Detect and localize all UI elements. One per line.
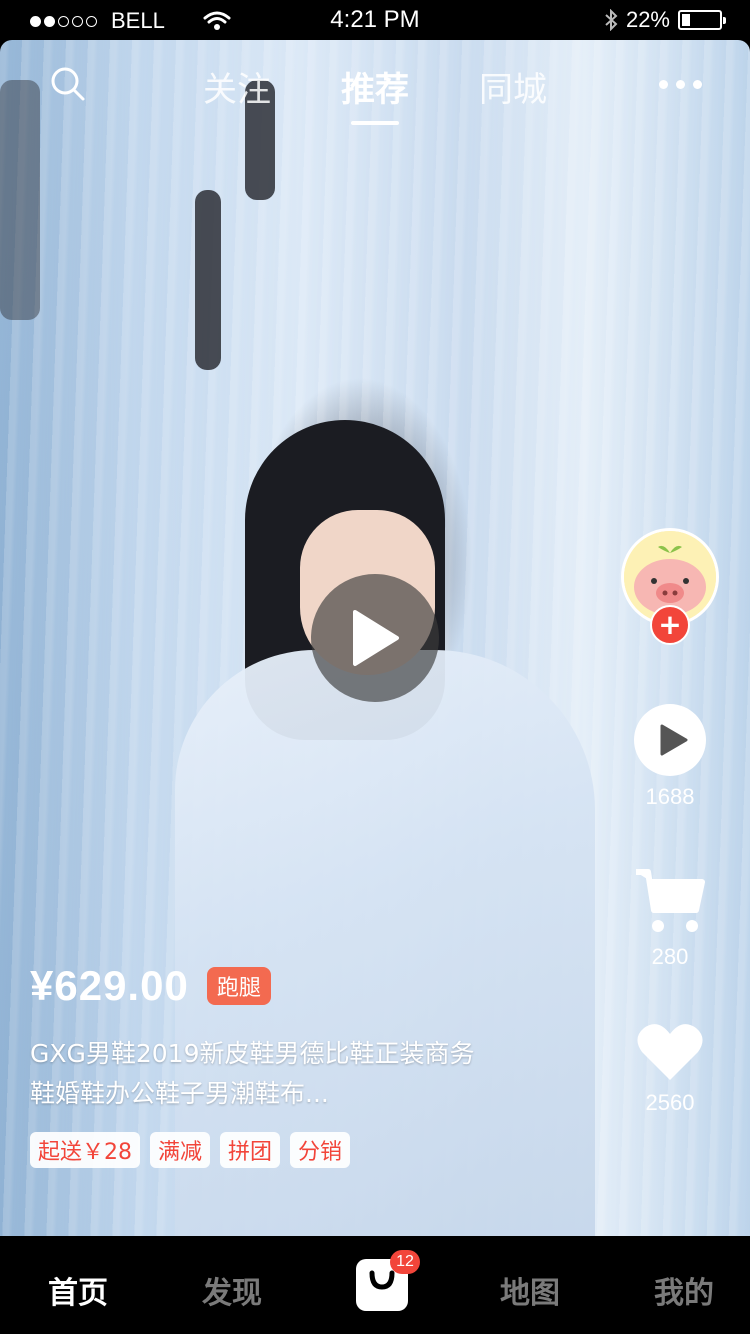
bottom-nav: 首页 发现 12 地图 我的 <box>0 1236 750 1334</box>
tag-min-delivery: 起送￥28 <box>30 1132 140 1168</box>
product-title-line1: GXG男鞋2019新皮鞋男德比鞋正装商务 <box>30 1039 475 1068</box>
tag-group-buy: 拼团 <box>220 1132 281 1168</box>
cart-stat[interactable]: 280 <box>620 866 720 970</box>
more-icon[interactable] <box>659 80 702 89</box>
plays-count: 1688 <box>645 784 695 809</box>
tab-recommended[interactable]: 推荐 <box>341 62 409 111</box>
likes-count: 2560 <box>645 1090 695 1115</box>
price-row: ¥629.00 跑腿 <box>30 962 271 1010</box>
runner-badge: 跑腿 <box>206 967 271 1005</box>
ice-shadow <box>195 190 221 370</box>
nav-map[interactable]: 地图 <box>500 1268 560 1312</box>
cart-count: 280 <box>651 944 689 969</box>
battery-icon <box>678 10 726 30</box>
likes-stat[interactable]: 2560 <box>620 1022 720 1116</box>
nav-home[interactable]: 首页 <box>48 1268 108 1312</box>
nav-discover[interactable]: 发现 <box>202 1268 262 1312</box>
nav-tabs: 关注 推荐 同城 <box>0 62 750 111</box>
nav-me[interactable]: 我的 <box>654 1268 714 1312</box>
tab-following[interactable]: 关注 <box>203 62 271 111</box>
heart-icon <box>637 1024 703 1080</box>
promo-tags: 起送￥28 满减 拼团 分销 <box>30 1132 351 1168</box>
tab-local[interactable]: 同城 <box>479 62 547 111</box>
play-icon <box>353 610 399 666</box>
status-right: 22% <box>604 7 726 33</box>
follow-button[interactable]: + <box>650 605 690 645</box>
play-button[interactable] <box>311 574 439 702</box>
play-circle-icon <box>634 704 706 776</box>
battery-percent: 22% <box>625 7 670 32</box>
cart-badge: 12 <box>390 1250 420 1274</box>
tag-distribution: 分销 <box>290 1132 351 1168</box>
product-title[interactable]: GXG男鞋2019新皮鞋男德比鞋正装商务 鞋婚鞋办公鞋子男潮鞋布... <box>30 1034 550 1114</box>
plays-stat[interactable]: 1688 <box>620 704 720 810</box>
tag-discount: 满减 <box>150 1132 211 1168</box>
product-title-line2: 鞋婚鞋办公鞋子男潮鞋布... <box>30 1079 329 1108</box>
top-nav: 关注 推荐 同城 <box>0 40 750 130</box>
status-bar: BELL 4:21 PM 22% <box>0 0 750 40</box>
bluetooth-icon <box>605 9 618 31</box>
shopping-cart-icon <box>636 869 705 932</box>
product-price: ¥629.00 <box>30 962 189 1009</box>
